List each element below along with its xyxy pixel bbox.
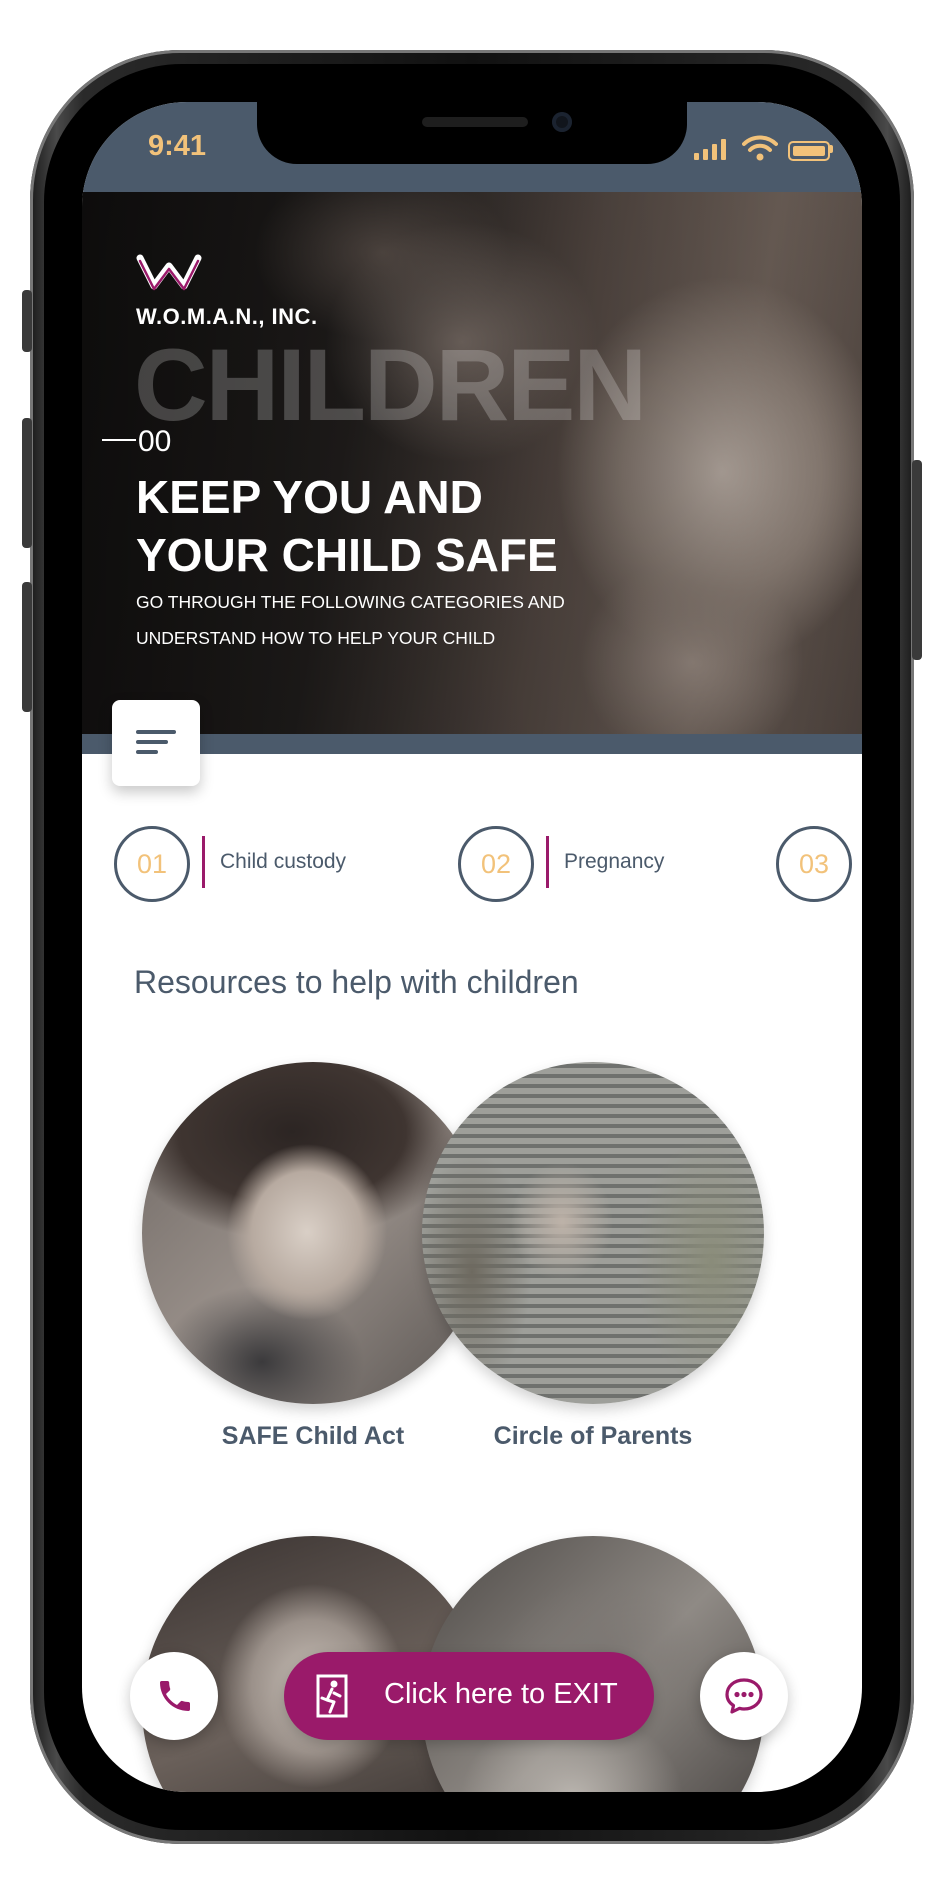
call-button[interactable] [130,1652,218,1740]
resources-title: Resources to help with children [134,964,579,1000]
app-screen: 9:41 W.O.M.A.N., INC. CHILDREN 00 KEEP Y… [82,102,862,1792]
category-number: 01 [114,826,190,902]
resource-label-circle-of-parents[interactable]: Circle of Parents [422,1422,764,1451]
exit-button[interactable]: Click here to EXIT [284,1652,654,1740]
speaker-grille [422,117,528,127]
exit-icon [316,1674,348,1718]
battery-icon [788,141,830,161]
hero-number: 00 [138,425,172,458]
number-line [102,439,136,441]
menu-icon-line1 [136,730,176,734]
category-item-03[interactable]: 03 [776,826,862,902]
hero-subtitle-line1: GO THROUGH THE FOLLOWING CATEGORIES AND [136,592,565,612]
signal-icon [694,138,728,160]
phone-volume-down [22,582,32,712]
category-number: 02 [458,826,534,902]
menu-button[interactable] [112,700,200,786]
front-camera [552,112,572,132]
category-label: Child custody [220,850,347,873]
category-item-02[interactable]: 02 Pregnancy [458,826,698,902]
chat-button[interactable] [700,1652,788,1740]
phone-silent-switch [22,290,32,352]
hero-subtitle-line2: UNDERSTAND HOW TO HELP YOUR CHILD [136,628,496,648]
notch [257,102,687,164]
hero-headline-line2: YOUR CHILD SAFE [136,529,558,581]
menu-icon-line3 [136,750,158,754]
hero-background-word: CHILDREN [134,328,647,442]
status-time: 9:41 [148,130,207,162]
woman-inc-logo [136,254,202,291]
category-label: Pregnancy [564,850,665,873]
exit-button-label: Click here to EXIT [384,1678,618,1710]
category-divider [546,836,549,888]
battery-fill [793,146,825,156]
chat-icon [725,1678,763,1714]
phone-volume-up [22,418,32,548]
category-number: 03 [776,826,852,902]
phone-icon [160,1681,190,1711]
category-item-01[interactable]: 01 Child custody [114,826,374,902]
wifi-icon [742,135,778,161]
hero-headline: KEEP YOU AND YOUR CHILD SAFE [136,468,736,584]
hero-headline-line1: KEEP YOU AND [136,471,483,523]
category-divider [202,836,205,888]
battery-tip [830,145,833,153]
hero-subtitle: GO THROUGH THE FOLLOWING CATEGORIES AND … [136,584,696,656]
phone-power-button [912,460,922,660]
menu-icon-line2 [136,740,168,744]
resource-image-circle-of-parents[interactable] [422,1062,764,1404]
